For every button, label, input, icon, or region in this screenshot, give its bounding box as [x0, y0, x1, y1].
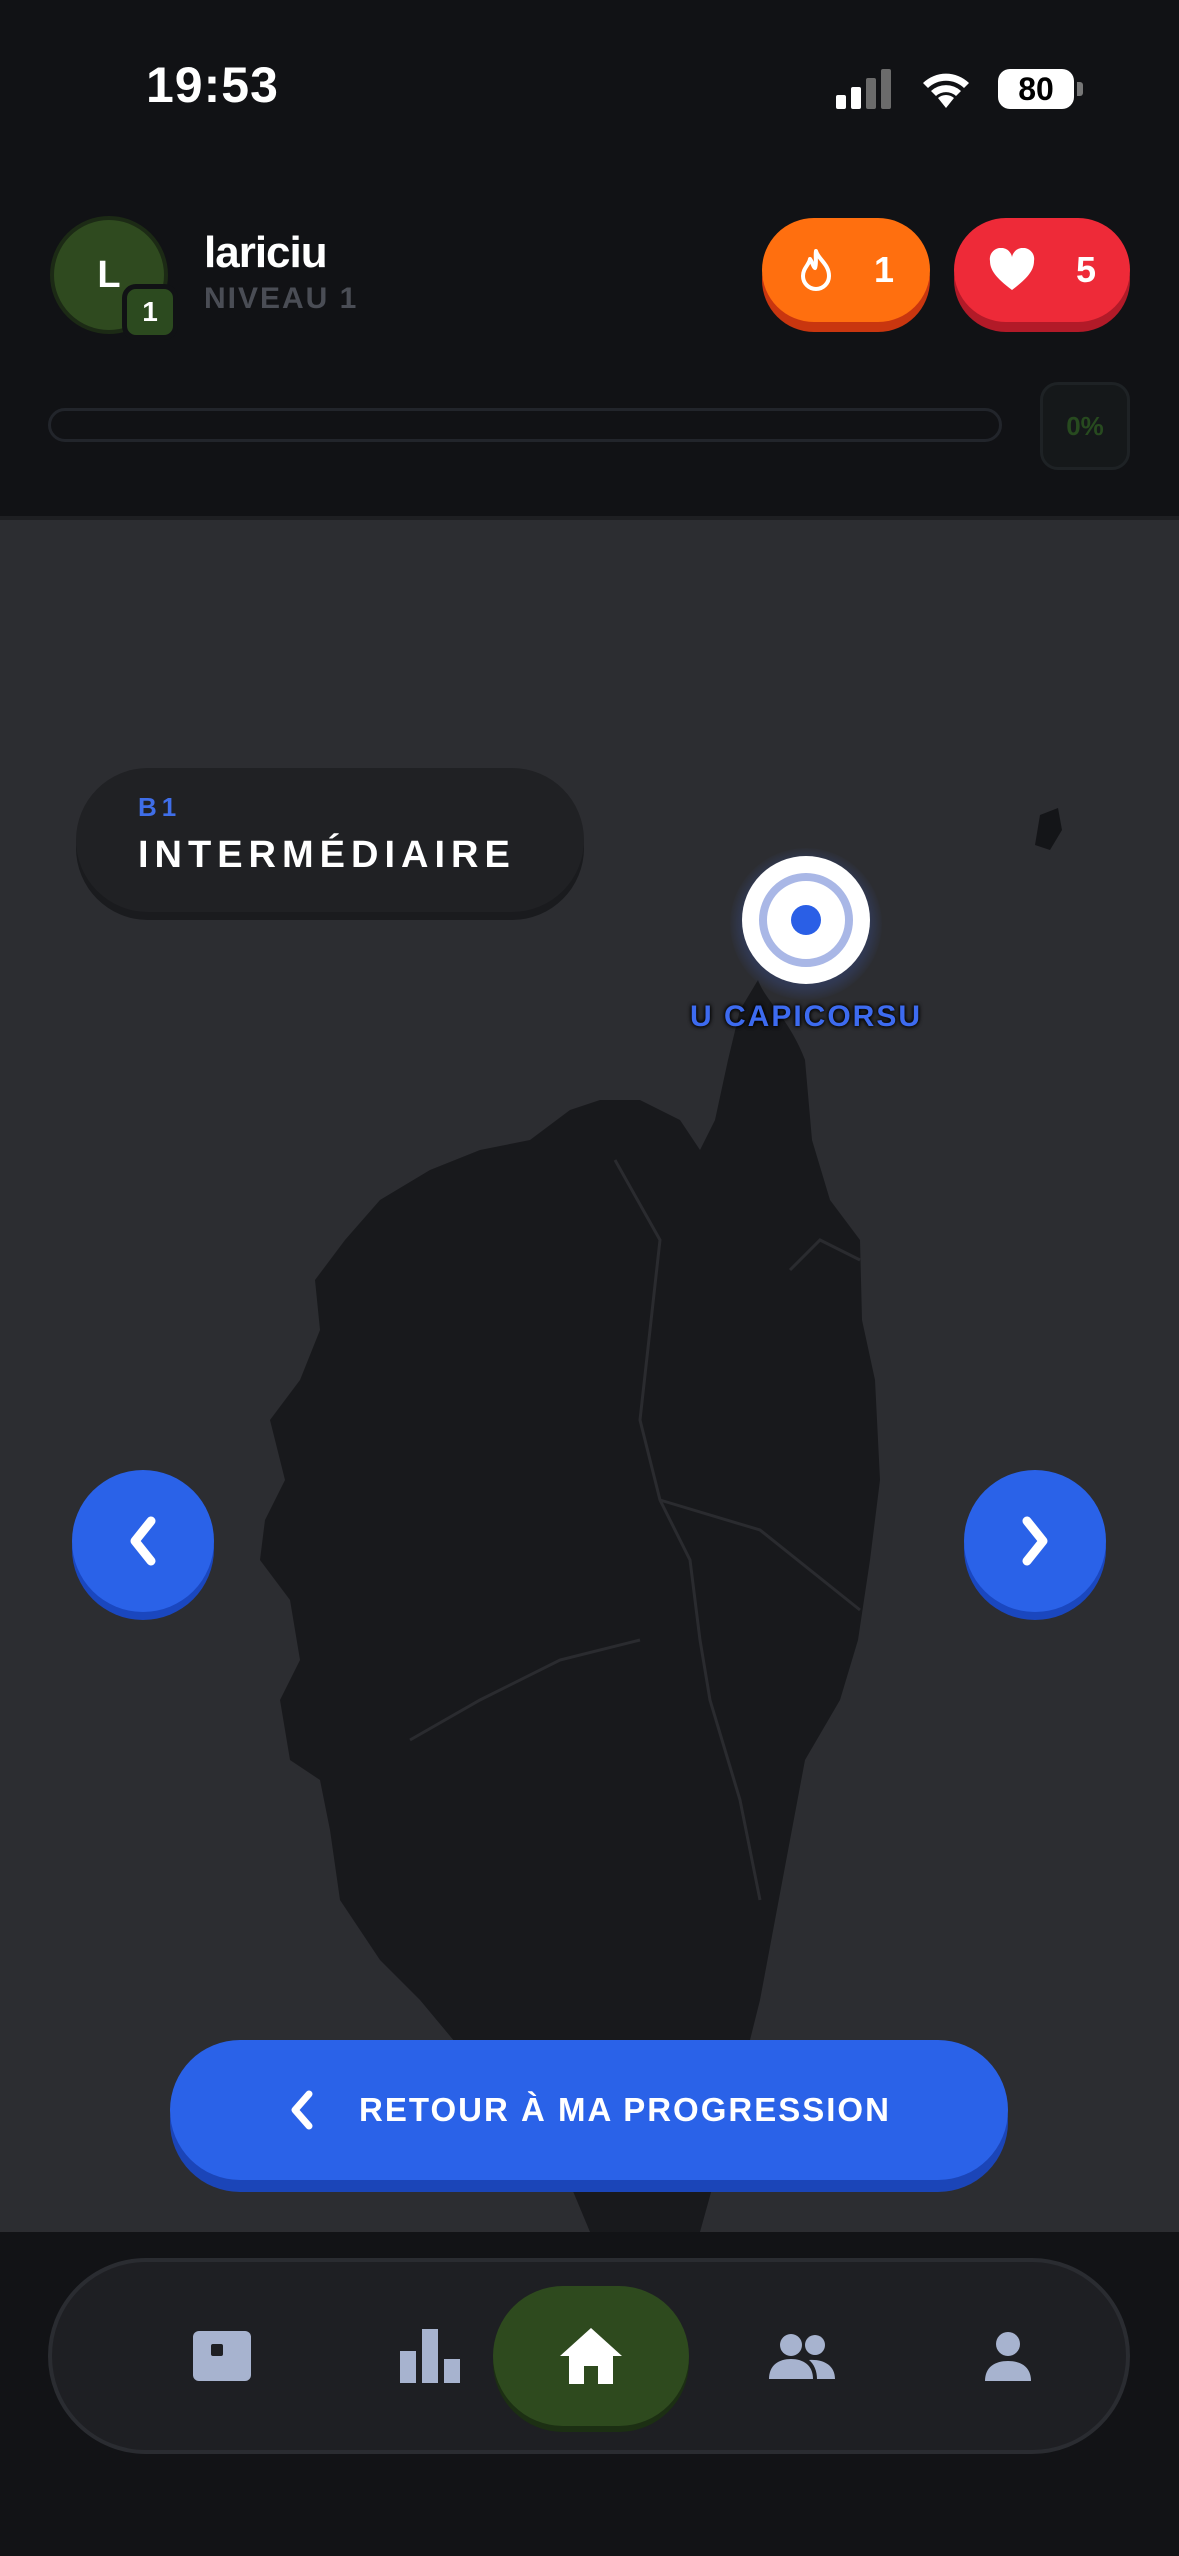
avatar-level-badge: 1: [122, 284, 178, 340]
progress-bar: [48, 408, 1002, 442]
return-to-progress-button[interactable]: RETOUR À MA PROGRESSION: [170, 2040, 1008, 2180]
lives-button[interactable]: 5: [954, 218, 1130, 322]
home-icon: [560, 2328, 622, 2384]
corsica-map[interactable]: B1 INTERMÉDIAIRE U CAPICORSU RETOUR À MA…: [0, 520, 1179, 2232]
chevron-left-icon: [291, 2090, 313, 2130]
tab-lessons[interactable]: [152, 2286, 292, 2426]
bar-chart-icon: [400, 2329, 460, 2383]
lives-count: 5: [1075, 249, 1097, 290]
person-icon: [985, 2332, 1031, 2381]
people-icon: [769, 2334, 835, 2379]
tab-friends[interactable]: [732, 2286, 872, 2426]
battery-level: 80: [998, 69, 1074, 109]
return-button-label: RETOUR À MA PROGRESSION: [359, 2091, 891, 2128]
region-label[interactable]: U CAPICORSU: [600, 1000, 1012, 1034]
avatar-initial: L: [97, 253, 121, 296]
battery-tip: [1077, 82, 1083, 96]
status-time: 19:53: [146, 57, 279, 113]
bottom-tab-bar: [48, 2258, 1130, 2454]
level-code: B1: [138, 792, 182, 822]
streak-button[interactable]: 1: [762, 218, 930, 322]
battery-indicator: 80: [998, 69, 1083, 109]
wifi-icon: [923, 73, 969, 108]
level-name: INTERMÉDIAIRE: [138, 834, 516, 876]
region-node-capicorsu[interactable]: [742, 856, 870, 984]
card-icon: [193, 2331, 251, 2381]
status-icons: 80: [836, 64, 1083, 114]
node-dot: [791, 905, 821, 935]
chevron-right-icon: [1022, 1516, 1048, 1566]
level-label: NIVEAU 1: [204, 282, 359, 315]
tab-home[interactable]: [493, 2286, 689, 2426]
cellular-signal-icon: [836, 69, 891, 109]
previous-region-button[interactable]: [72, 1470, 214, 1612]
node-ring: [759, 873, 853, 967]
flame-icon: [800, 249, 831, 291]
chevron-left-icon: [130, 1516, 156, 1566]
tab-profile[interactable]: [938, 2286, 1078, 2426]
streak-count: 1: [873, 249, 895, 290]
tab-leaderboard[interactable]: [360, 2286, 500, 2426]
level-card[interactable]: B1 INTERMÉDIAIRE: [76, 768, 584, 912]
next-region-button[interactable]: [964, 1470, 1106, 1612]
heart-icon: [989, 248, 1035, 290]
username: lariciu: [204, 228, 328, 277]
progress-percent: 0%: [1040, 382, 1130, 470]
